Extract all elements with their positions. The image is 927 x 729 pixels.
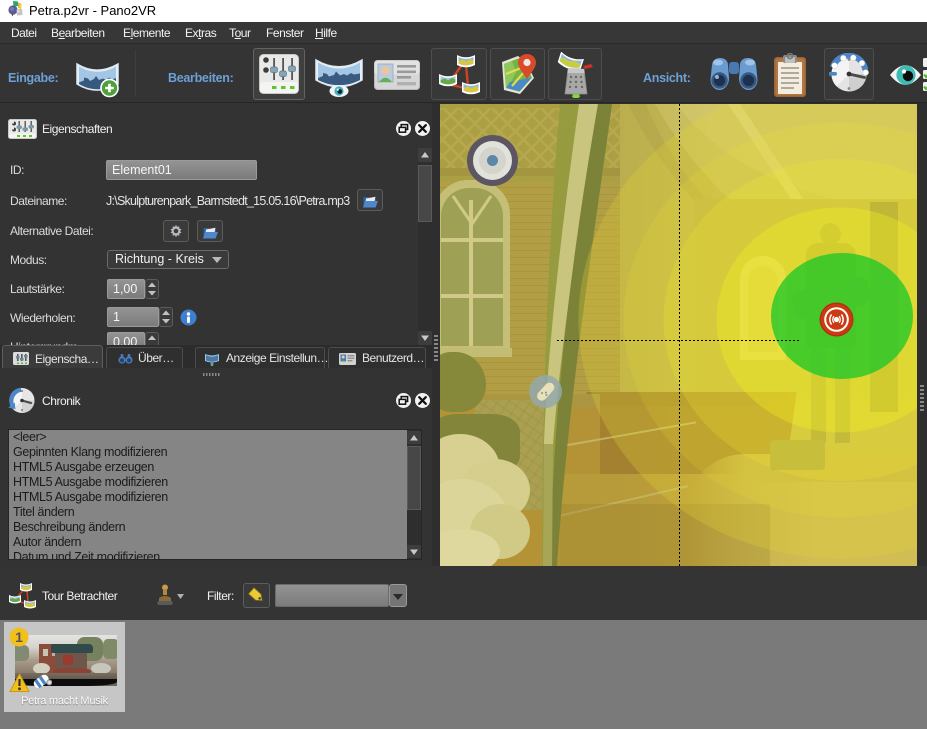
svg-text:1: 1 [15, 629, 23, 645]
